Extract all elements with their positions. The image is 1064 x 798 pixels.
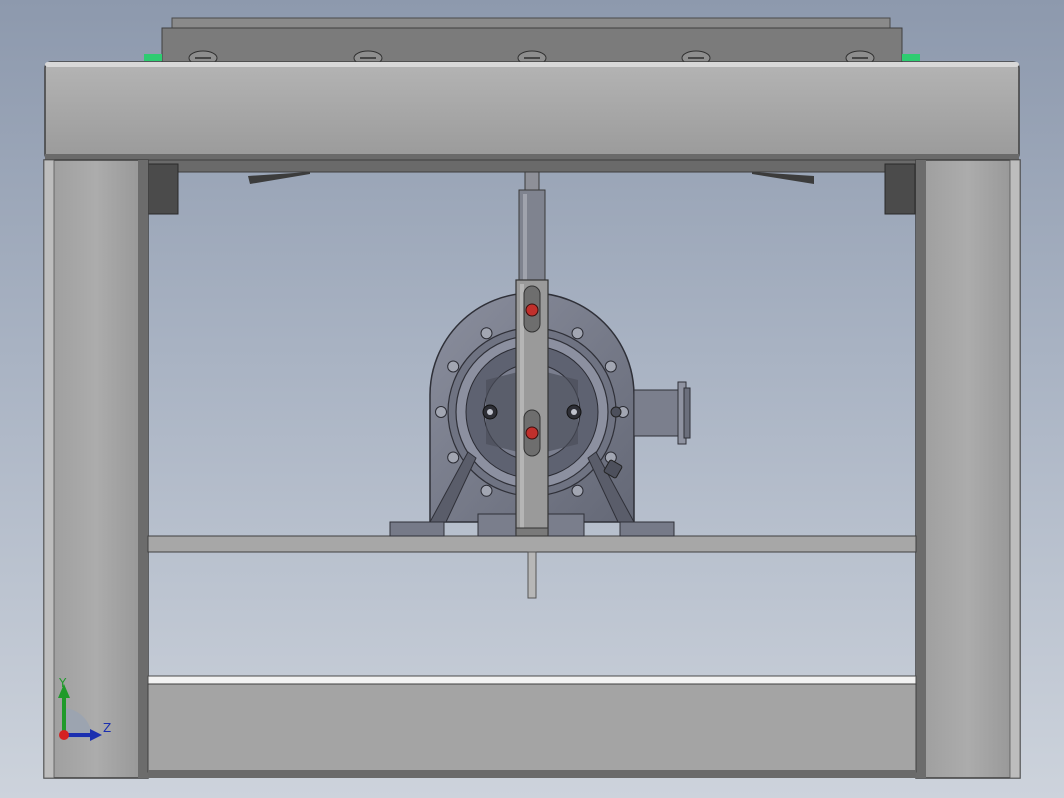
- right-top-bracket: [884, 163, 916, 215]
- left-green-indicator: [144, 54, 162, 61]
- left-top-gusset: [248, 172, 310, 184]
- top-beam[interactable]: [44, 61, 1020, 161]
- triad-origin: [59, 730, 69, 740]
- flange-hole: [571, 484, 584, 497]
- left-top-bracket: [147, 163, 179, 215]
- flange-hole: [571, 327, 584, 340]
- output-shaft[interactable]: [633, 381, 691, 445]
- upper-pin: [525, 303, 539, 317]
- triad-y-label: Y: [59, 676, 67, 690]
- top-beam-underside: [147, 159, 917, 173]
- triad-z-label: Z: [103, 721, 112, 735]
- flange-hole: [447, 360, 460, 373]
- flange-hole: [480, 484, 493, 497]
- cad-model-view[interactable]: [0, 0, 1064, 798]
- actuator-rod[interactable]: [518, 171, 546, 283]
- support-shelf[interactable]: [147, 535, 917, 553]
- flange-hole: [480, 327, 493, 340]
- right-top-gusset: [752, 172, 814, 184]
- slider-plate[interactable]: [515, 279, 549, 537]
- right-post[interactable]: [915, 159, 1021, 779]
- flange-hole: [604, 360, 617, 373]
- flange-hole: [435, 406, 447, 418]
- flange-hole: [447, 451, 460, 464]
- right-green-indicator: [902, 54, 920, 61]
- lower-pin: [525, 426, 539, 440]
- lower-shaft: [527, 551, 537, 599]
- bottom-beam[interactable]: [147, 675, 917, 778]
